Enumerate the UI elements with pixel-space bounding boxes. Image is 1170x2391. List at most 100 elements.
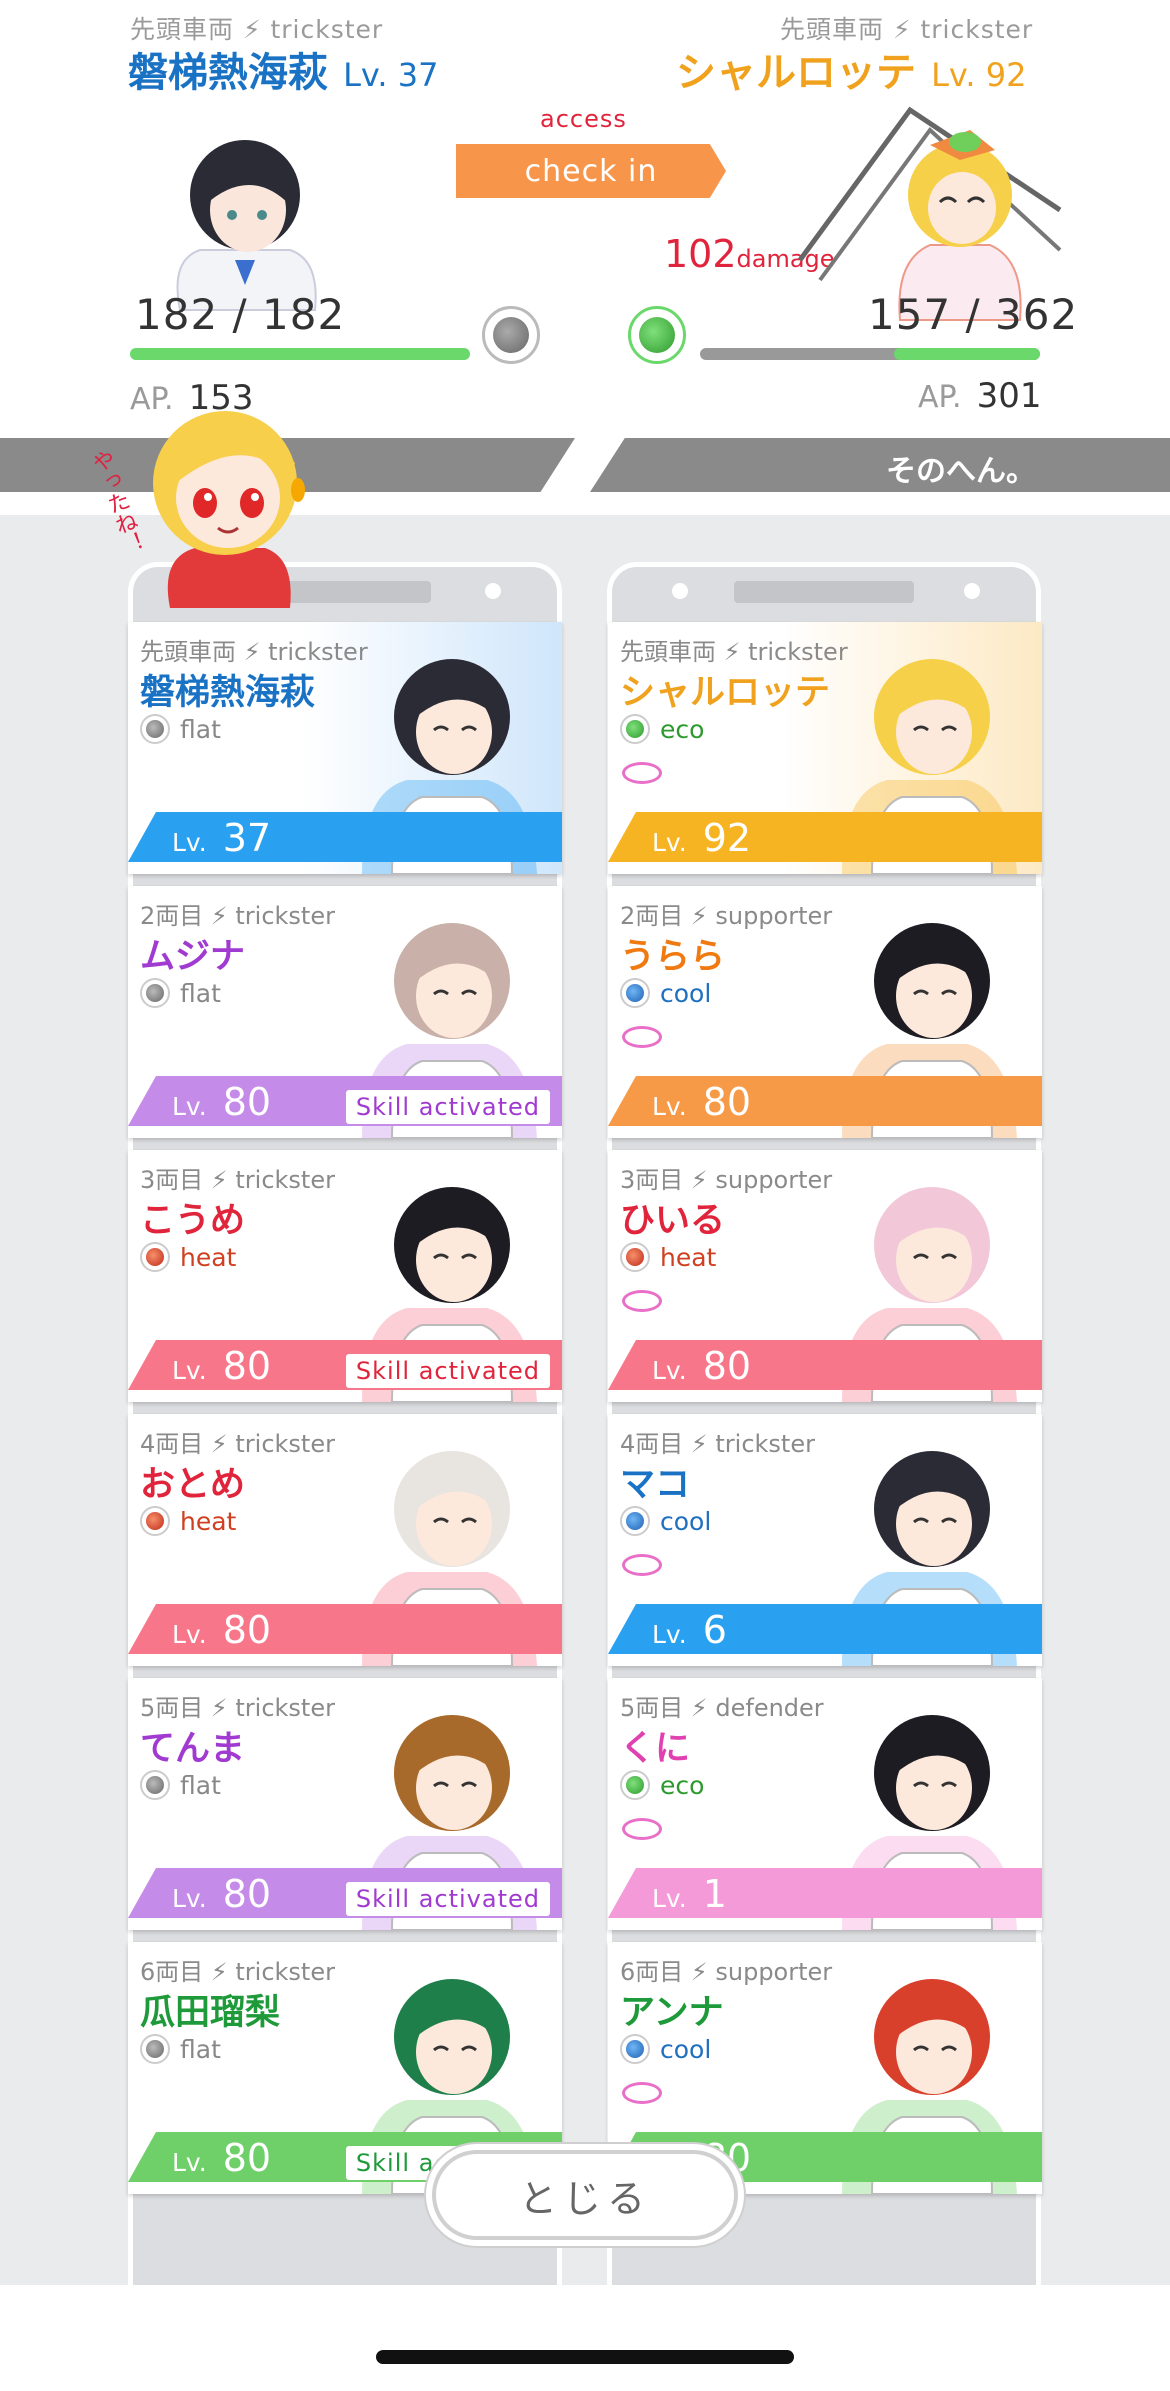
home-indicator[interactable]	[376, 2350, 794, 2364]
character-name: シャルロッテ	[620, 673, 831, 713]
attribute-label: heat	[180, 1506, 237, 1536]
attribute: flat	[140, 978, 221, 1008]
right-ap-value: 301	[976, 376, 1042, 416]
check-in-label: check in	[524, 153, 658, 189]
character-name: 瓜田瑠梨	[140, 1993, 281, 2033]
car-position: 6両目 ⚡ trickster	[140, 1958, 335, 1986]
attribute-label: eco	[660, 714, 705, 744]
attribute: flat	[140, 1770, 221, 1800]
heat-attr-icon	[620, 1242, 650, 1272]
left-team-card[interactable]: 4両目 ⚡ trickster おとめ heat Lv. 80	[128, 1414, 562, 1666]
right-camera-left	[672, 583, 688, 599]
level-label: Lv.	[652, 1620, 687, 1649]
left-camera	[485, 583, 501, 599]
level-text: Lv. 80	[172, 1608, 271, 1652]
heart-ring-icon	[622, 1026, 662, 1048]
right-team-card[interactable]: 4両目 ⚡ trickster マコ cool Lv. 6	[608, 1414, 1042, 1666]
left-player-name: 磐梯熱海萩 Lv. 37	[128, 40, 438, 98]
cool-attr-icon	[620, 978, 650, 1008]
attribute-label: flat	[180, 1770, 221, 1800]
heart-ring-icon	[622, 762, 662, 784]
character-name: おとめ	[140, 1465, 246, 1505]
attribute-label: eco	[660, 1770, 705, 1800]
attribute-label: heat	[660, 1242, 717, 1272]
attribute-label: flat	[180, 978, 221, 1008]
character-name: てんま	[140, 1729, 246, 1769]
close-button[interactable]: とじる	[432, 2150, 738, 2240]
attribute-label: cool	[660, 1506, 712, 1536]
attribute: cool	[620, 978, 711, 1008]
right-level: Lv. 92	[931, 56, 1027, 94]
heart-ring-icon	[622, 1290, 662, 1312]
right-team-card[interactable]: 3両目 ⚡ supporter ひいる heat Lv. 80	[608, 1150, 1042, 1402]
heat-attr-icon	[140, 1506, 170, 1536]
level-value: 80	[222, 1872, 272, 1916]
attribute: flat	[140, 714, 221, 744]
left-level: Lv. 37	[343, 56, 439, 94]
flat-attr-icon	[140, 978, 170, 1008]
level-text: Lv. 80	[652, 1344, 751, 1388]
attribute-label: flat	[180, 714, 221, 744]
level-text: Lv. 6	[652, 1608, 727, 1652]
flat-attr-icon	[140, 714, 170, 744]
level-value: 80	[222, 2136, 272, 2180]
character-name: くに	[620, 1729, 691, 1769]
right-camera	[964, 583, 980, 599]
car-position: 3両目 ⚡ supporter	[620, 1166, 833, 1194]
car-position: 2両目 ⚡ trickster	[140, 902, 335, 930]
right-ap-label: AP.	[918, 380, 962, 415]
left-hp-text: 182 / 182	[135, 290, 346, 339]
flat-attr-icon	[140, 1770, 170, 1800]
attribute-label: heat	[180, 1242, 237, 1272]
level-label: Lv.	[172, 1620, 207, 1649]
right-hp-bar	[700, 348, 1040, 360]
right-hp-text: 157 / 362	[868, 290, 1079, 339]
right-banner-text: そのへん。	[886, 454, 1036, 489]
level-text: Lv. 80	[172, 1080, 271, 1124]
close-label: とじる	[518, 2176, 651, 2221]
sticker-character: やったね！	[86, 378, 330, 608]
level-text: Lv. 80	[172, 2136, 271, 2180]
heart-ring-icon	[622, 1554, 662, 1576]
level-value: 92	[702, 816, 752, 860]
right-hp-fill	[893, 348, 1040, 360]
level-text: Lv. 80	[172, 1872, 271, 1916]
right-attr-orb	[628, 306, 686, 364]
right-team-card[interactable]: 2両目 ⚡ supporter うらら cool Lv. 80	[608, 886, 1042, 1138]
level-label: Lv.	[172, 1092, 207, 1121]
damage-number: 102	[664, 232, 737, 276]
left-team-card[interactable]: 5両目 ⚡ trickster てんま flat Lv. 80 Skill act…	[128, 1678, 562, 1930]
attribute: heat	[140, 1242, 236, 1272]
left-team-card[interactable]: 3両目 ⚡ trickster こうめ heat Lv. 80 Skill act…	[128, 1150, 562, 1402]
access-label: access	[540, 105, 627, 133]
eco-attr-icon	[620, 1770, 650, 1800]
level-value: 80	[702, 1080, 752, 1124]
skill-activated-badge: Skill activated	[345, 1882, 550, 1916]
level-value: 80	[702, 1344, 752, 1388]
right-team-card[interactable]: 5両目 ⚡ defender くに eco Lv. 1	[608, 1678, 1042, 1930]
level-label: Lv.	[172, 1884, 207, 1913]
left-team-card[interactable]: 先頭車両 ⚡ trickster 磐梯熱海萩 flat Lv. 37	[128, 622, 562, 874]
right-ap: AP. 301	[918, 376, 1041, 416]
level-label: Lv.	[652, 1356, 687, 1385]
character-name: マコ	[620, 1465, 691, 1505]
car-position: 4両目 ⚡ trickster	[140, 1430, 335, 1458]
left-team-card[interactable]: 2両目 ⚡ trickster ムジナ flat Lv. 80 Skill act…	[128, 886, 562, 1138]
left-attr-orb	[482, 306, 540, 364]
level-text: Lv. 92	[652, 816, 751, 860]
level-text: Lv. 80	[172, 1344, 271, 1388]
right-team-card[interactable]: 先頭車両 ⚡ trickster シャルロッテ eco Lv. 92	[608, 622, 1042, 874]
heart-ring-icon	[622, 1818, 662, 1840]
level-label: Lv.	[172, 1356, 207, 1385]
left-name: 磐梯熱海萩	[128, 50, 328, 96]
attribute: flat	[140, 2034, 221, 2064]
character-name: うらら	[620, 937, 726, 977]
check-in-button[interactable]: check in	[456, 144, 726, 198]
level-text: Lv. 80	[652, 1080, 751, 1124]
attribute: heat	[140, 1506, 236, 1536]
bottom-bar	[0, 2285, 1170, 2391]
level-label: Lv.	[172, 2148, 207, 2177]
car-position: 5両目 ⚡ defender	[620, 1694, 824, 1722]
level-label: Lv.	[172, 828, 207, 857]
level-value: 37	[222, 816, 272, 860]
